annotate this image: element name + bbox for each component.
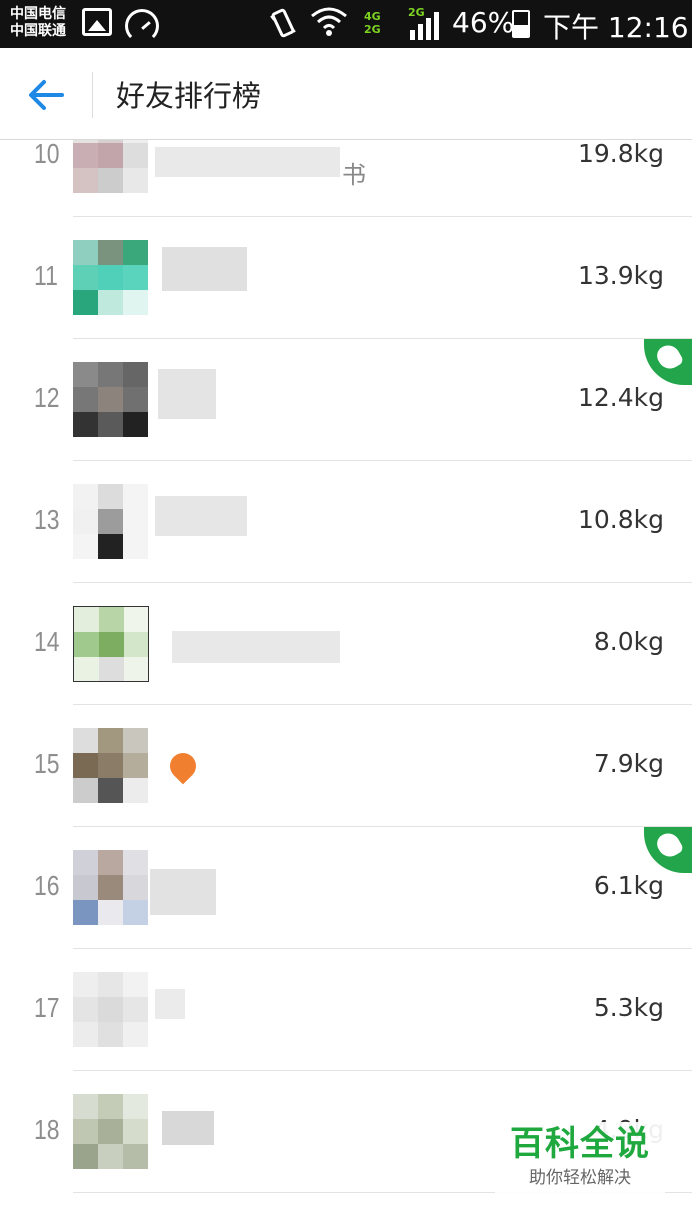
ranking-row[interactable]: 16 6.1kg (0, 827, 692, 949)
weight-value: 12.4kg (577, 383, 664, 412)
image-icon (82, 8, 112, 36)
weight-value: 10.8kg (577, 505, 664, 534)
name-blur (155, 496, 247, 536)
arrow-left-icon (29, 80, 64, 110)
avatar[interactable] (73, 606, 149, 682)
watermark-slogan: 助你轻松解决 (529, 1168, 631, 1188)
avatar[interactable] (73, 972, 149, 1048)
balloon-icon (164, 747, 202, 785)
title-divider (92, 72, 93, 118)
rank-number: 13 (34, 504, 60, 535)
avatar[interactable] (73, 484, 149, 560)
watermark: 百科全说 助你轻松解决 (495, 1122, 665, 1208)
network-2: 2G (364, 23, 381, 36)
weight-value: 5.3kg (593, 993, 664, 1022)
like-hand-icon[interactable] (644, 339, 692, 385)
vibrate-icon (268, 6, 298, 47)
ranking-row[interactable]: 15 7.9kg (0, 705, 692, 827)
watermark-logo-text: 百科全说 (510, 1124, 650, 1164)
avatar[interactable] (73, 240, 149, 316)
rank-number: 18 (34, 1114, 60, 1145)
avatar[interactable] (73, 728, 149, 804)
rank-number: 15 (34, 748, 60, 779)
battery-percent: 46% (452, 6, 515, 39)
name-blur (158, 369, 216, 419)
weight-value: 7.9kg (593, 749, 664, 778)
avatar[interactable] (73, 850, 149, 926)
rank-number: 11 (34, 260, 58, 291)
rank-number: 10 (34, 138, 60, 169)
avatar[interactable] (73, 362, 149, 438)
carrier-2: 中国联通 (10, 23, 66, 39)
wifi-icon (310, 4, 348, 38)
name-blur (155, 147, 340, 177)
avatar[interactable] (73, 1094, 149, 1170)
network-type: 4G 2G (364, 10, 381, 36)
rank-number: 17 (34, 992, 60, 1023)
rank-number: 16 (34, 870, 60, 901)
ranking-row[interactable]: 17 5.3kg (0, 949, 692, 1071)
battery-icon (512, 10, 530, 38)
ranking-row[interactable]: 14 8.0kg (0, 583, 692, 705)
name-blur (162, 247, 247, 291)
like-hand-icon[interactable] (644, 827, 692, 873)
name-blur (150, 869, 216, 915)
ranking-row[interactable]: 12 12.4kg (0, 339, 692, 461)
network-1: 4G (364, 10, 381, 23)
friend-name: 书 (342, 161, 366, 189)
weight-value: 8.0kg (593, 627, 664, 656)
name-blur (155, 989, 185, 1019)
rank-number: 12 (34, 382, 60, 413)
weight-value: 13.9kg (577, 261, 664, 290)
status-bar: 中国电信 中国联通 4G 2G 2G 46% 下午 12:16 (0, 0, 692, 48)
back-button[interactable] (24, 76, 68, 114)
clock: 下午 12:16 (543, 11, 689, 44)
rank-number: 14 (34, 626, 60, 657)
name-blur (172, 631, 340, 663)
name-blur (162, 1111, 214, 1145)
ranking-row[interactable]: 11 13.9kg (0, 217, 692, 339)
carrier-1: 中国电信 (10, 6, 66, 22)
page-title: 好友排行榜 (116, 79, 262, 113)
ranking-row[interactable]: 13 10.8kg (0, 461, 692, 583)
carrier-names: 中国电信 中国联通 (10, 6, 66, 40)
friend-ranking-list[interactable]: 10 书 19.8kg 11 13.9kg 12 12.4kg 13 10.8k… (0, 95, 692, 1193)
weight-value: 19.8kg (577, 139, 664, 168)
title-bar: 好友排行榜 (0, 48, 692, 140)
signal-icon (408, 10, 440, 40)
weight-value: 6.1kg (593, 871, 664, 900)
speedometer-icon (125, 9, 159, 43)
